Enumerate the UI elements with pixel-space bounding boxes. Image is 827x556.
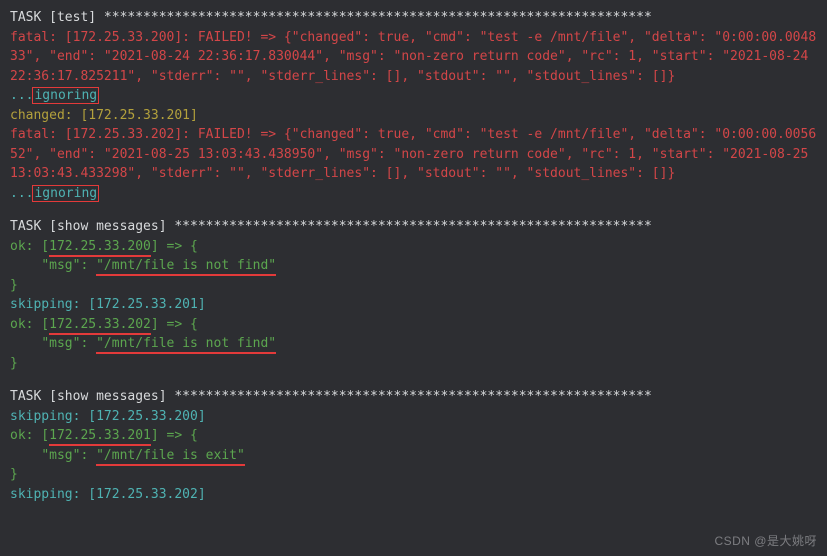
skipping-line: skipping: [172.25.33.200] xyxy=(10,409,206,424)
task-header: TASK [show messages] *******************… xyxy=(10,389,652,404)
task-header: TASK [show messages] *******************… xyxy=(10,219,652,234)
skipping-line: skipping: [172.25.33.201] xyxy=(10,297,206,312)
ip-highlight: 172.25.33.200 xyxy=(49,239,151,257)
ignoring-highlight: ignoring xyxy=(32,185,99,202)
ignoring-highlight: ignoring xyxy=(32,87,99,104)
watermark: CSDN @是大姚呀 xyxy=(714,532,817,550)
ip-highlight: 172.25.33.202 xyxy=(49,317,151,335)
msg-highlight: "/mnt/file is not find" xyxy=(96,258,276,276)
fatal-line: fatal: [172.25.33.200]: FAILED! => {"cha… xyxy=(10,30,816,84)
ok-line: ok: [172.25.33.200] => { xyxy=(10,239,198,257)
brace-line: } xyxy=(10,278,18,293)
msg-line: "msg": "/mnt/file is not find" xyxy=(10,336,276,354)
ip-highlight: 172.25.33.201 xyxy=(49,428,151,446)
brace-line: } xyxy=(10,467,18,482)
task-show-messages-1: TASK [show messages] *******************… xyxy=(10,217,817,373)
ok-line: ok: [172.25.33.202] => { xyxy=(10,317,198,335)
changed-line: changed: [172.25.33.201] xyxy=(10,108,198,123)
task-test-block: TASK [test] ****************************… xyxy=(10,8,817,203)
task-header: TASK [test] ****************************… xyxy=(10,10,652,25)
task-show-messages-2: TASK [show messages] *******************… xyxy=(10,387,817,504)
msg-line: "msg": "/mnt/file is not find" xyxy=(10,258,276,276)
skipping-line: skipping: [172.25.33.202] xyxy=(10,487,206,502)
msg-line: "msg": "/mnt/file is exit" xyxy=(10,448,245,466)
brace-line: } xyxy=(10,356,18,371)
terminal-output: TASK [test] ****************************… xyxy=(10,8,817,504)
msg-highlight: "/mnt/file is exit" xyxy=(96,448,245,466)
ignoring-line: ...ignoring xyxy=(10,88,99,103)
msg-highlight: "/mnt/file is not find" xyxy=(96,336,276,354)
fatal-line: fatal: [172.25.33.202]: FAILED! => {"cha… xyxy=(10,127,816,181)
ok-line: ok: [172.25.33.201] => { xyxy=(10,428,198,446)
ignoring-line: ...ignoring xyxy=(10,186,99,201)
